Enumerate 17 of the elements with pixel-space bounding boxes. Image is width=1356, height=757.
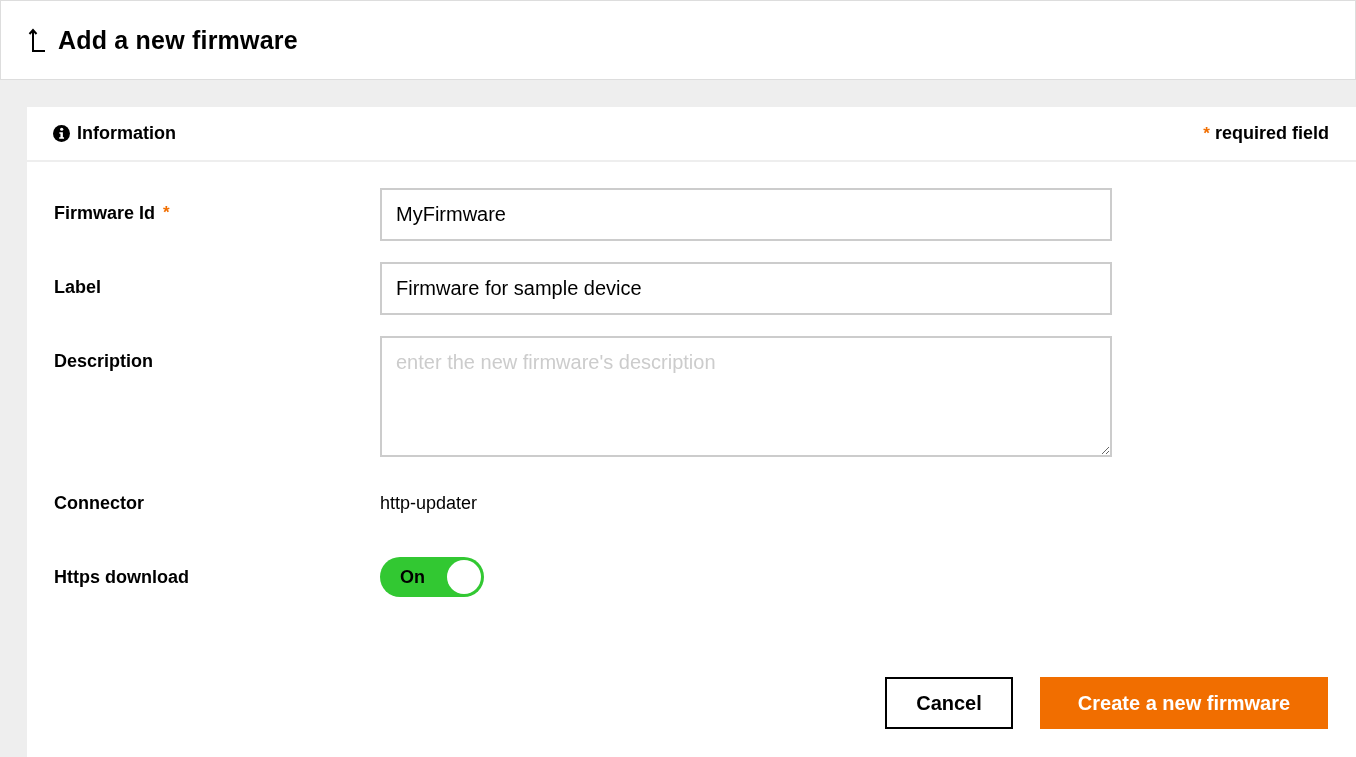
section-title: Information [77, 123, 176, 144]
cancel-button[interactable]: Cancel [885, 677, 1013, 729]
required-note: required field [1214, 123, 1329, 144]
field-label: Https download [54, 567, 189, 587]
field-label: Description [54, 351, 154, 371]
toggle-switch[interactable]: On [380, 557, 484, 597]
text-input[interactable]: Firmware for sample device [380, 262, 1112, 315]
field-label: Label [54, 277, 101, 297]
page-title: Add a new firmware [58, 25, 298, 55]
info-icon [53, 125, 70, 142]
required-asterisk: * [163, 203, 170, 223]
field-label: Firmware Id [54, 203, 156, 223]
text-input[interactable]: MyFirmware [380, 188, 1112, 241]
value-text: http-updater [380, 493, 478, 513]
required-asterisk: * [1203, 124, 1210, 144]
back-arrow-icon[interactable] [28, 27, 46, 53]
field-label: Connector [54, 493, 144, 513]
